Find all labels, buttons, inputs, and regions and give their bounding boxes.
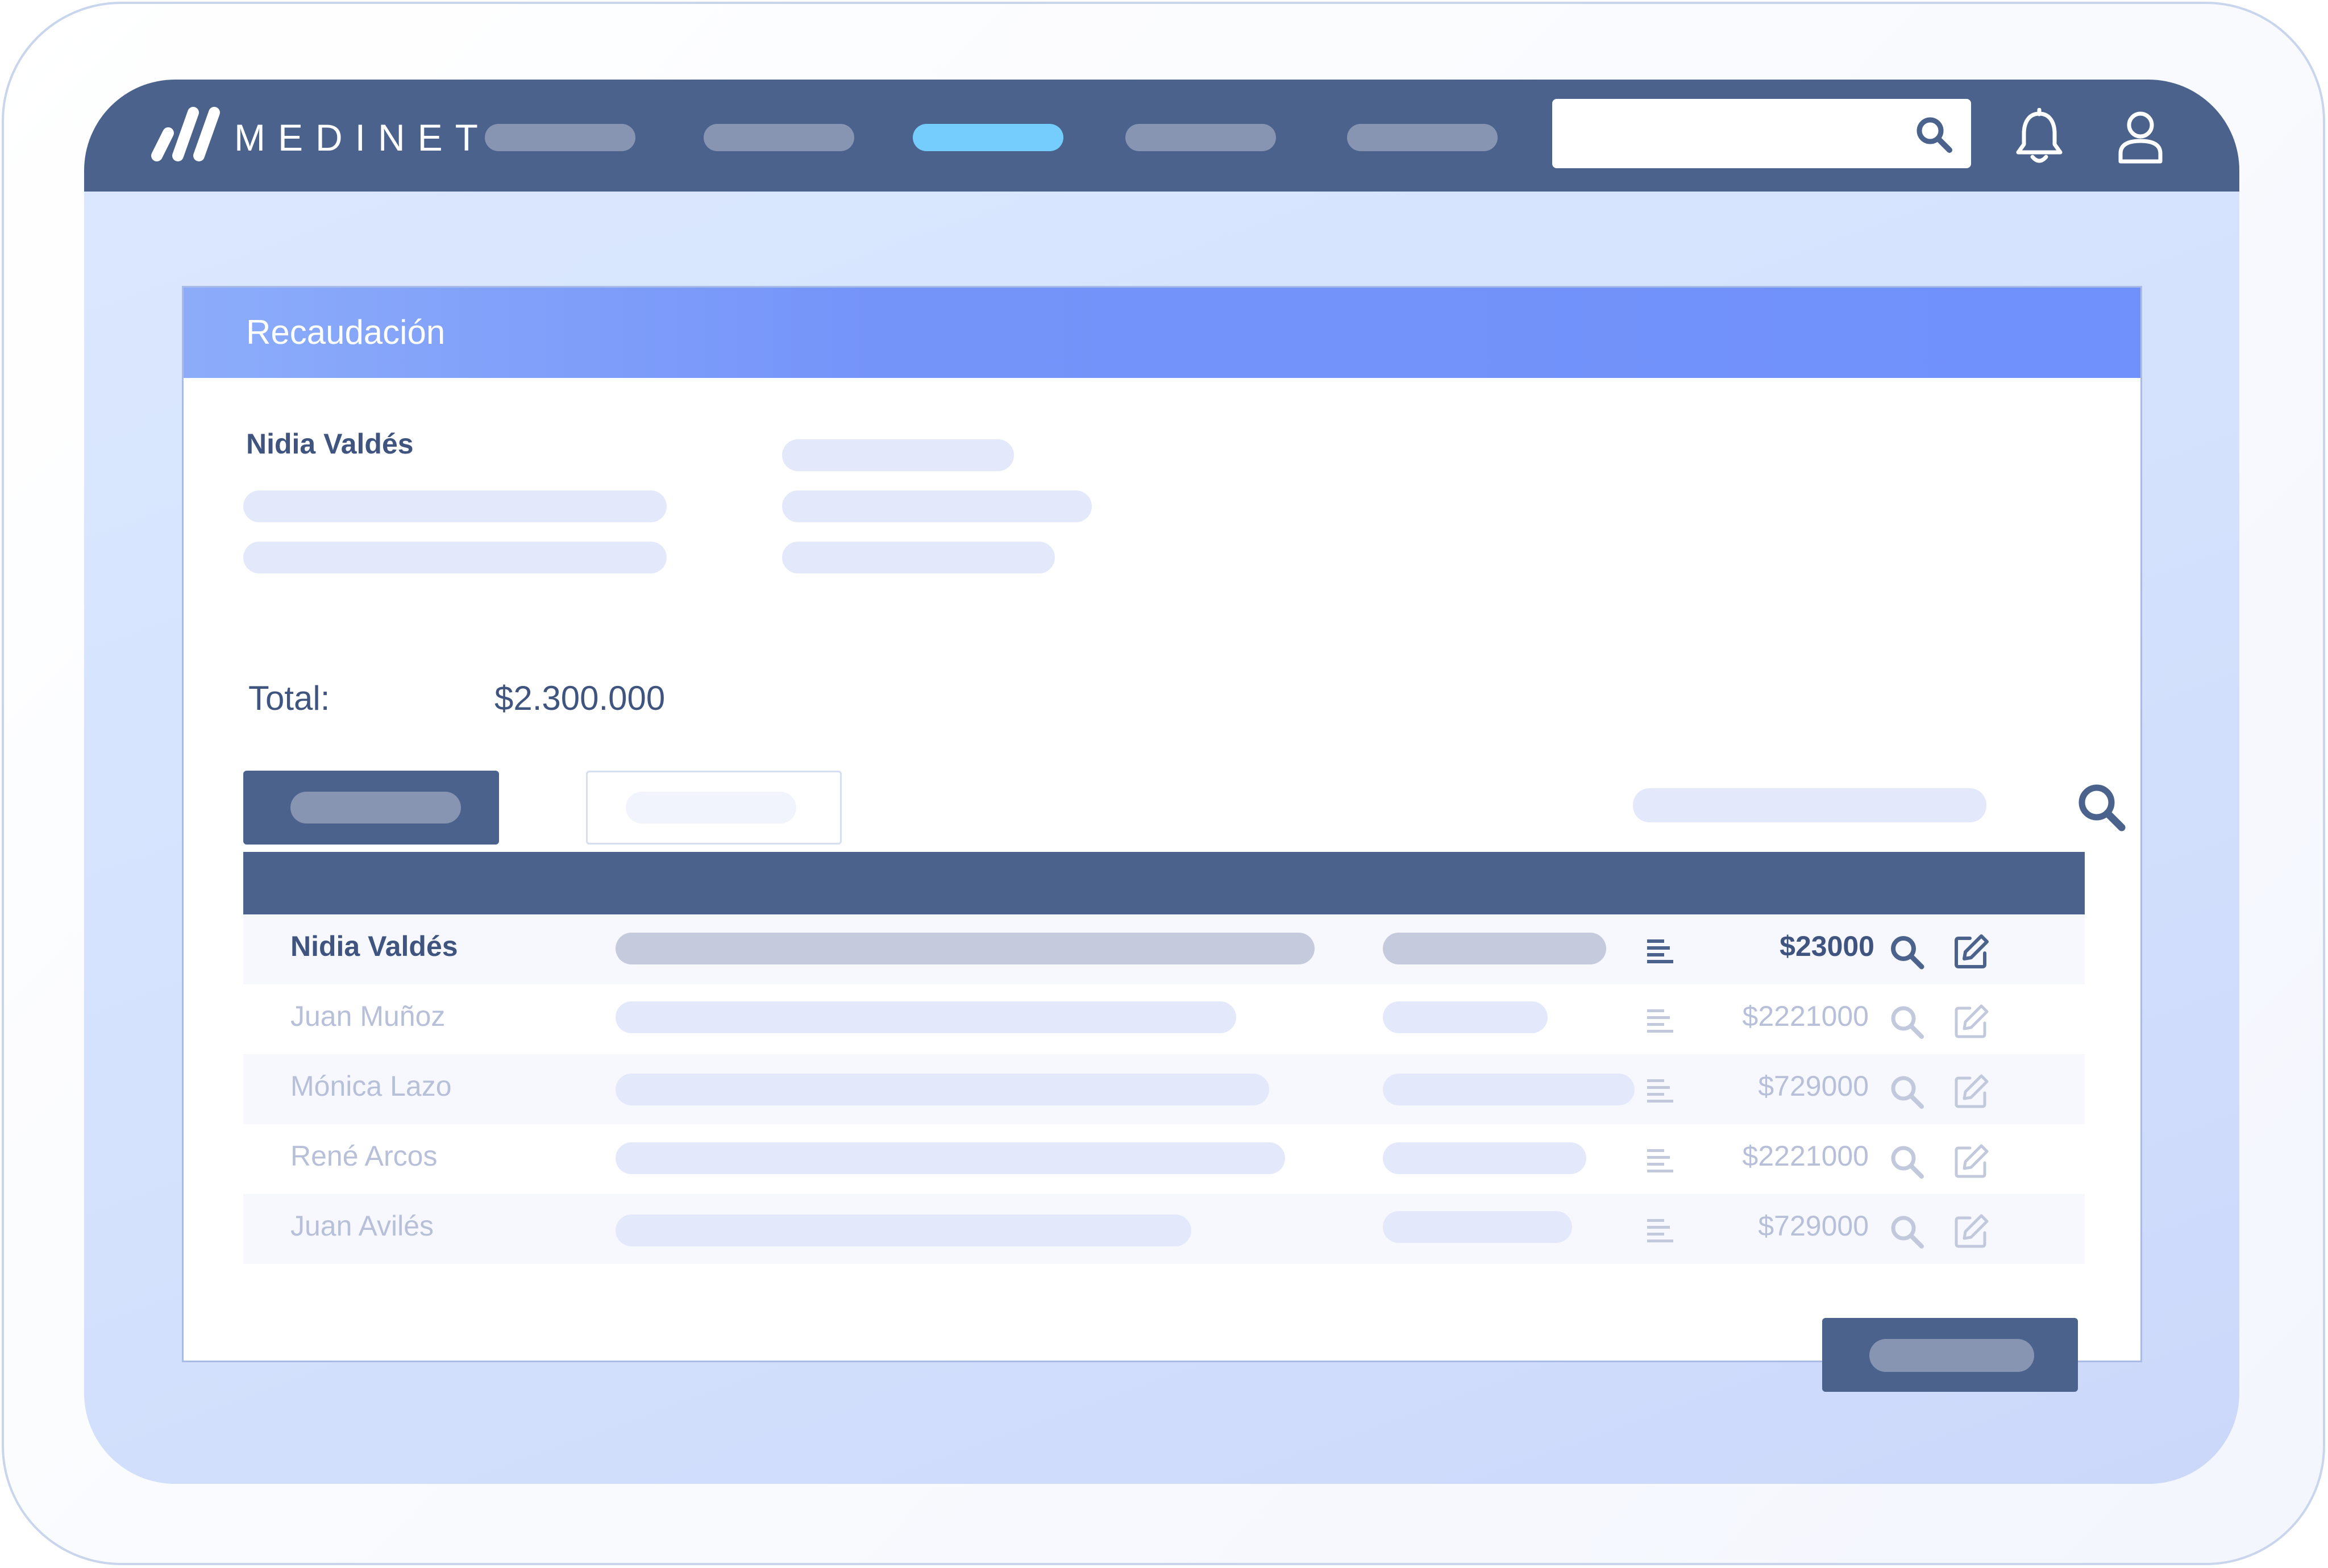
row-placeholder [616,1142,1285,1174]
search-input[interactable] [1552,99,1971,168]
lines-icon [1647,1149,1673,1172]
row-patient-name: Juan Muñoz [290,1000,446,1032]
edit-icon[interactable] [1953,1003,1990,1040]
row-placeholder [1383,1142,1586,1174]
row-amount: $729000 [1758,1210,1869,1242]
search-icon[interactable] [1914,115,1954,155]
row-placeholder [1383,1211,1572,1243]
zoom-icon[interactable] [1889,1213,1925,1250]
table-row[interactable]: Juan Avilés $729000 [243,1194,2085,1264]
lines-icon [1647,1009,1673,1033]
top-navigation-bar: MEDINET [84,80,2239,192]
lines-icon [1647,1219,1673,1242]
tab-label-placeholder [290,792,461,823]
slashes-logo-icon [151,107,220,161]
zoom-icon[interactable] [1889,1143,1925,1180]
edit-icon[interactable] [1953,1212,1990,1250]
row-amount: $2221000 [1742,1140,1869,1172]
row-amount: $2221000 [1742,1000,1869,1032]
row-amount: $729000 [1758,1070,1869,1102]
detail-placeholder [243,490,667,522]
table-row[interactable]: Juan Muñoz $2221000 [243,984,2085,1054]
user-icon[interactable] [2115,108,2166,165]
detail-placeholder [782,542,1055,573]
nav-item-2[interactable] [704,124,854,151]
table-search-input[interactable] [1633,788,1986,822]
table-row[interactable]: René Arcos $2221000 [243,1124,2085,1194]
zoom-icon[interactable] [1889,934,1925,970]
tab-inactive[interactable] [586,771,842,845]
table-row[interactable]: Nidia Valdés $23000 [243,914,2085,984]
row-patient-name: Nidia Valdés [290,930,458,962]
collection-card: Recaudación Nidia Valdés Total: $2.300.0… [182,286,2142,1392]
patient-name: Nidia Valdés [246,428,414,460]
nav-item-4[interactable] [1125,124,1276,151]
zoom-icon[interactable] [1889,1074,1925,1110]
nav-item-3-active[interactable] [913,124,1063,151]
row-amount: $23000 [1780,930,1874,962]
zoom-icon[interactable] [1889,1004,1925,1040]
row-patient-name: René Arcos [290,1140,438,1172]
button-label-placeholder [1869,1339,2034,1372]
row-placeholder [1383,1001,1548,1033]
row-placeholder [1383,1074,1635,1105]
detail-placeholder [782,439,1014,471]
submit-button[interactable] [1822,1318,2078,1392]
total-label: Total: [248,679,330,717]
table-header [243,852,2085,914]
detail-placeholder [243,542,667,573]
detail-placeholder [782,490,1092,522]
tab-label-placeholder [626,792,796,823]
row-patient-name: Mónica Lazo [290,1070,452,1102]
bell-icon[interactable] [2014,108,2065,165]
total-value: $2.300.000 [494,679,666,717]
card-header: Recaudación [184,288,2140,378]
row-placeholder [616,1215,1191,1246]
lines-icon [1647,1079,1673,1103]
edit-icon[interactable] [1953,933,1990,970]
table-row[interactable]: Mónica Lazo $729000 [243,1054,2085,1124]
row-placeholder [616,933,1315,964]
row-placeholder [1383,933,1606,964]
edit-icon[interactable] [1953,1072,1990,1110]
search-icon[interactable] [2076,782,2127,833]
card-title: Recaudación [246,313,446,351]
row-placeholder [616,1074,1269,1105]
row-patient-name: Juan Avilés [290,1210,434,1242]
nav-item-5[interactable] [1347,124,1498,151]
edit-icon[interactable] [1953,1142,1990,1180]
lines-icon [1647,939,1673,963]
row-placeholder [616,1001,1236,1033]
nav-item-1[interactable] [485,124,635,151]
brand-name: MEDINET [234,117,490,159]
tab-active[interactable] [243,771,499,845]
